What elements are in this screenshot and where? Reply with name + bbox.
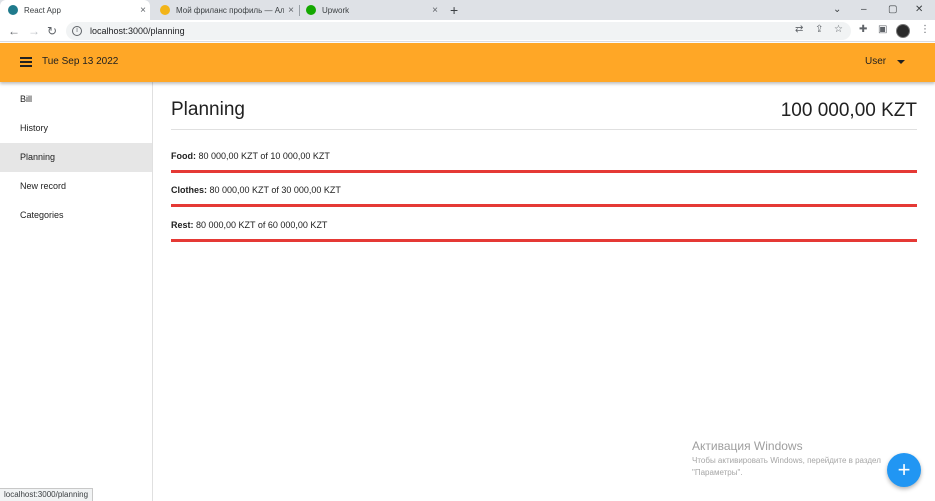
close-icon[interactable]: × (136, 5, 150, 16)
sidebar-item-planning[interactable]: Planning (0, 143, 152, 172)
browser-toolbar: ← → ↻ i localhost:3000/planning ⇄ ⇪ ☆ ✚ … (0, 20, 935, 42)
app-header: Tue Sep 13 2022 User (0, 43, 935, 82)
user-menu-button[interactable]: User (865, 56, 886, 67)
extensions-puzzle-icon[interactable]: ✚ (859, 24, 867, 36)
plan-label: Food: 80 000,00 KZT of 10 000,00 KZT (171, 150, 917, 162)
current-date: Tue Sep 13 2022 (42, 56, 119, 67)
address-bar[interactable]: i localhost:3000/planning (66, 22, 851, 40)
progress-bar (171, 204, 917, 207)
plan-item-clothes: Clothes: 80 000,00 KZT of 30 000,00 KZT (171, 184, 917, 207)
minimize-button[interactable]: – (861, 2, 867, 18)
plan-category: Rest: (171, 220, 194, 230)
tab-title: Upwork (322, 5, 350, 15)
tab-upwork[interactable]: Upwork × (298, 0, 442, 20)
progress-bar (171, 239, 917, 242)
share-icon[interactable]: ⇪ (815, 24, 823, 36)
sidebar: Bill History Planning New record Categor… (0, 82, 153, 501)
windows-activation-title: Активация Windows (692, 439, 803, 453)
reload-button[interactable]: ↻ (47, 23, 57, 39)
progress-fill (171, 239, 917, 242)
forward-button[interactable]: → (28, 23, 40, 39)
total-balance: 100 000,00 KZT (780, 100, 917, 121)
tab-react-app[interactable]: React App × (0, 0, 150, 20)
browser-tab-strip: React App × Мой фриланс профиль — Алдияр… (0, 0, 935, 20)
site-info-icon[interactable]: i (72, 26, 82, 36)
plan-item-food: Food: 80 000,00 KZT of 10 000,00 KZT (171, 150, 917, 173)
plan-label: Clothes: 80 000,00 KZT of 30 000,00 KZT (171, 184, 917, 196)
close-icon[interactable]: × (284, 5, 298, 16)
plan-category: Clothes: (171, 185, 207, 195)
react-icon (8, 5, 18, 15)
windows-activation-line: "Параметры". (692, 468, 743, 477)
window-close-button[interactable]: ✕ (915, 2, 923, 18)
address-url[interactable]: localhost:3000/planning (90, 26, 185, 36)
plan-detail: 80 000,00 KZT of 60 000,00 KZT (193, 220, 328, 230)
tab-freelance-profile[interactable]: Мой фриланс профиль — Алдияр × (152, 0, 298, 20)
profile-avatar[interactable] (896, 24, 910, 38)
progress-fill (171, 170, 917, 173)
tab-search-button[interactable]: ⌄ (833, 2, 841, 18)
plan-label: Rest: 80 000,00 KZT of 60 000,00 KZT (171, 219, 917, 231)
new-tab-button[interactable]: + (450, 2, 458, 18)
title-divider (171, 129, 917, 130)
tab-title: Мой фриланс профиль — Алдияр (176, 5, 284, 15)
plan-detail: 80 000,00 KZT of 30 000,00 KZT (207, 185, 341, 195)
plan-category: Food: (171, 151, 196, 161)
bookmark-star-icon[interactable]: ☆ (834, 24, 843, 36)
plan-detail: 80 000,00 KZT of 10 000,00 KZT (196, 151, 330, 161)
status-url-tooltip: localhost:3000/planning (0, 488, 94, 501)
page-title: Planning (171, 99, 245, 120)
sidebar-item-new-record[interactable]: New record (0, 172, 152, 201)
windows-activation-line: Чтобы активировать Windows, перейдите в … (692, 456, 881, 465)
translate-icon[interactable]: ⇄ (795, 24, 803, 36)
side-panel-icon[interactable]: ▣ (878, 24, 887, 36)
windows-activation-text: Чтобы активировать Windows, перейдите в … (692, 455, 898, 479)
close-icon[interactable]: × (428, 5, 442, 16)
progress-bar (171, 170, 917, 173)
plan-item-rest: Rest: 80 000,00 KZT of 60 000,00 KZT (171, 219, 917, 242)
caret-down-icon[interactable] (897, 60, 905, 64)
sidebar-item-history[interactable]: History (0, 114, 152, 143)
sidebar-item-bill[interactable]: Bill (0, 85, 152, 114)
menu-icon[interactable] (20, 57, 32, 67)
maximize-button[interactable]: ▢ (888, 2, 897, 18)
progress-fill (171, 204, 917, 207)
add-record-button[interactable]: + (887, 453, 921, 487)
sidebar-item-categories[interactable]: Categories (0, 201, 152, 230)
browser-menu-icon[interactable]: ⋮ (920, 24, 930, 36)
freelance-site-icon (160, 5, 170, 15)
upwork-icon (306, 5, 316, 15)
back-button[interactable]: ← (8, 23, 20, 39)
tab-title: React App (24, 5, 61, 15)
